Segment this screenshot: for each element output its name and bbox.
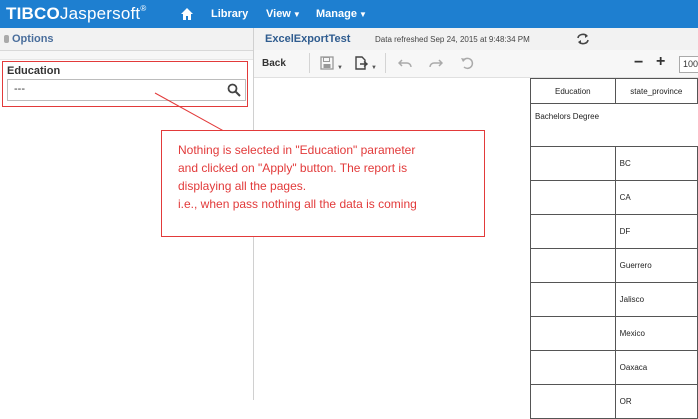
- annotation-line: i.e., when pass nothing all the data is …: [178, 197, 417, 211]
- annotation-line: Nothing is selected in "Education" param…: [178, 143, 416, 157]
- annotation-line: and clicked on "Apply" button. The repor…: [178, 161, 408, 175]
- annotation-callout: Nothing is selected in "Education" param…: [161, 130, 485, 237]
- annotation-line: displaying all the pages.: [178, 179, 307, 193]
